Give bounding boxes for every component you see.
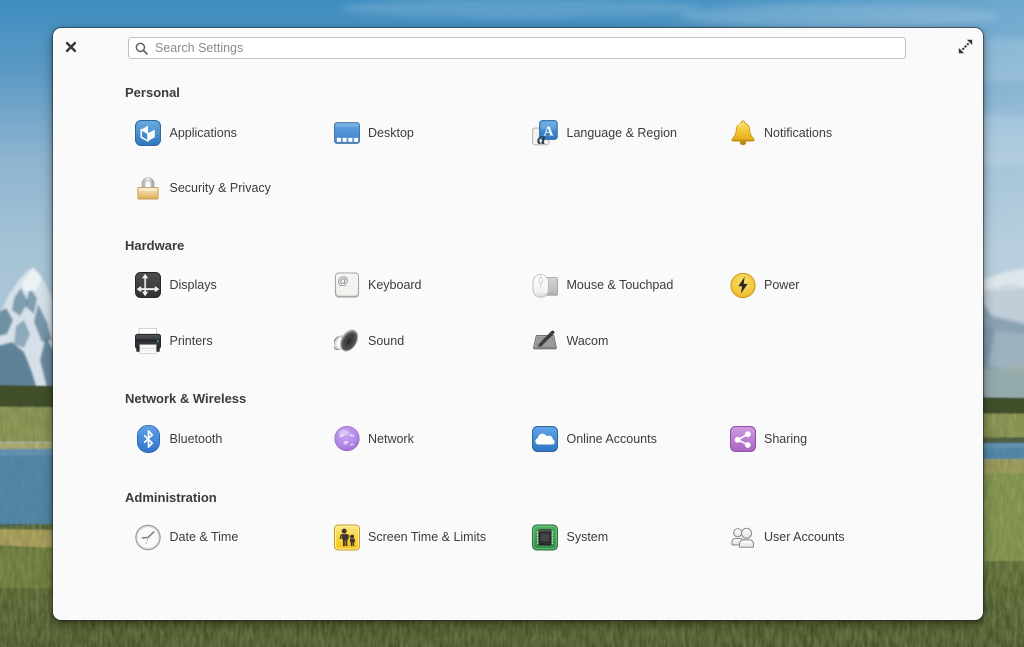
svg-text:@: @	[337, 276, 348, 288]
svg-text:a: a	[537, 129, 545, 147]
